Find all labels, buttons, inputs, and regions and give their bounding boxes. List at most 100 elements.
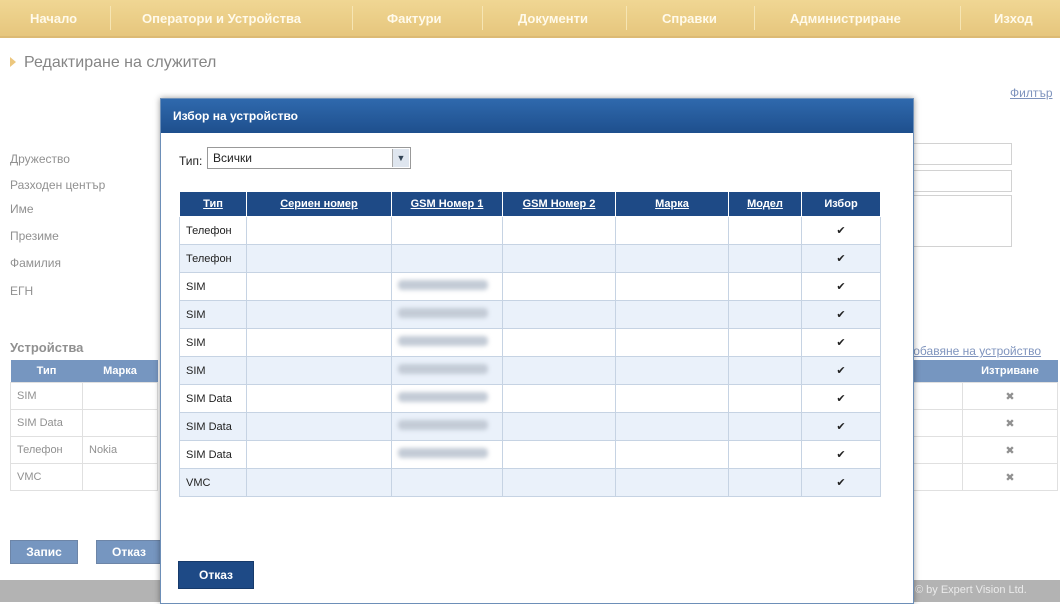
cell-type: SIM Data bbox=[179, 440, 247, 469]
cell-model bbox=[728, 328, 802, 357]
check-icon[interactable]: ✔ bbox=[801, 356, 881, 385]
cell-gsm2 bbox=[502, 384, 616, 413]
device-row[interactable]: Телефон ✔ bbox=[179, 244, 881, 273]
cell-model bbox=[728, 384, 802, 413]
cell-gsm1 bbox=[391, 384, 503, 413]
device-row[interactable]: SIM ✔ bbox=[179, 272, 881, 301]
cell-serial bbox=[246, 300, 392, 329]
dialog-title: Избор на устройство bbox=[161, 99, 913, 133]
cell-serial bbox=[246, 384, 392, 413]
column-header-type[interactable]: Тип bbox=[179, 191, 247, 217]
check-icon[interactable]: ✔ bbox=[801, 384, 881, 413]
cell-type: VMC bbox=[179, 468, 247, 497]
cell-brand bbox=[615, 328, 729, 357]
column-header-select: Избор bbox=[801, 191, 881, 217]
cell-type: SIM Data bbox=[179, 384, 247, 413]
device-select-dialog: Избор на устройство Тип: Всички ▼ Тип Се… bbox=[160, 98, 914, 604]
cell-brand bbox=[615, 216, 729, 245]
cell-type: SIM Data bbox=[179, 412, 247, 441]
cell-gsm1 bbox=[391, 244, 503, 273]
cell-serial bbox=[246, 468, 392, 497]
cell-type: Телефон bbox=[179, 216, 247, 245]
cell-type: SIM bbox=[179, 328, 247, 357]
cell-gsm2 bbox=[502, 244, 616, 273]
check-icon[interactable]: ✔ bbox=[801, 272, 881, 301]
cell-gsm1 bbox=[391, 440, 503, 469]
check-icon[interactable]: ✔ bbox=[801, 244, 881, 273]
column-header-gsm2[interactable]: GSM Номер 2 bbox=[502, 191, 616, 217]
device-row[interactable]: SIM ✔ bbox=[179, 328, 881, 357]
device-row[interactable]: SIM Data ✔ bbox=[179, 440, 881, 469]
cell-gsm2 bbox=[502, 440, 616, 469]
device-row[interactable]: SIM ✔ bbox=[179, 356, 881, 385]
cell-gsm2 bbox=[502, 272, 616, 301]
device-row[interactable]: SIM Data ✔ bbox=[179, 412, 881, 441]
check-icon[interactable]: ✔ bbox=[801, 468, 881, 497]
cell-serial bbox=[246, 412, 392, 441]
cell-model bbox=[728, 468, 802, 497]
cell-model bbox=[728, 412, 802, 441]
cell-gsm2 bbox=[502, 468, 616, 497]
type-filter-label: Тип: bbox=[179, 154, 203, 168]
device-row[interactable]: SIM ✔ bbox=[179, 300, 881, 329]
device-row[interactable]: Телефон ✔ bbox=[179, 216, 881, 245]
redacted-number bbox=[398, 280, 488, 290]
device-list-table: Тип Сериен номер GSM Номер 1 GSM Номер 2… bbox=[179, 191, 881, 497]
cell-brand bbox=[615, 384, 729, 413]
cell-brand bbox=[615, 356, 729, 385]
cell-model bbox=[728, 244, 802, 273]
cell-serial bbox=[246, 328, 392, 357]
cell-type: SIM bbox=[179, 356, 247, 385]
check-icon[interactable]: ✔ bbox=[801, 412, 881, 441]
cell-brand bbox=[615, 468, 729, 497]
type-filter-select[interactable]: Всички ▼ bbox=[207, 147, 411, 169]
chevron-down-icon[interactable]: ▼ bbox=[392, 149, 409, 167]
cell-brand bbox=[615, 412, 729, 441]
redacted-number bbox=[398, 448, 488, 458]
cell-serial bbox=[246, 272, 392, 301]
cell-model bbox=[728, 440, 802, 469]
cell-gsm2 bbox=[502, 300, 616, 329]
cell-model bbox=[728, 356, 802, 385]
check-icon[interactable]: ✔ bbox=[801, 440, 881, 469]
cell-gsm1 bbox=[391, 216, 503, 245]
redacted-number bbox=[398, 336, 488, 346]
column-header-serial[interactable]: Сериен номер bbox=[246, 191, 392, 217]
cell-gsm1 bbox=[391, 328, 503, 357]
dialog-cancel-button[interactable]: Отказ bbox=[178, 561, 254, 589]
cell-serial bbox=[246, 356, 392, 385]
cell-type: Телефон bbox=[179, 244, 247, 273]
cell-brand bbox=[615, 272, 729, 301]
cell-model bbox=[728, 216, 802, 245]
cell-model bbox=[728, 272, 802, 301]
column-header-gsm1[interactable]: GSM Номер 1 bbox=[391, 191, 503, 217]
cell-serial bbox=[246, 216, 392, 245]
cell-gsm1 bbox=[391, 412, 503, 441]
cell-brand bbox=[615, 440, 729, 469]
check-icon[interactable]: ✔ bbox=[801, 328, 881, 357]
check-icon[interactable]: ✔ bbox=[801, 216, 881, 245]
cell-gsm2 bbox=[502, 356, 616, 385]
redacted-number bbox=[398, 364, 488, 374]
cell-serial bbox=[246, 244, 392, 273]
check-icon[interactable]: ✔ bbox=[801, 300, 881, 329]
cell-gsm1 bbox=[391, 272, 503, 301]
device-row[interactable]: SIM Data ✔ bbox=[179, 384, 881, 413]
redacted-number bbox=[398, 420, 488, 430]
column-header-model[interactable]: Модел bbox=[728, 191, 802, 217]
cell-gsm1 bbox=[391, 468, 503, 497]
redacted-number bbox=[398, 392, 488, 402]
redacted-number bbox=[398, 308, 488, 318]
cell-gsm1 bbox=[391, 300, 503, 329]
cell-gsm2 bbox=[502, 412, 616, 441]
cell-gsm2 bbox=[502, 216, 616, 245]
cell-brand bbox=[615, 300, 729, 329]
cell-type: SIM bbox=[179, 272, 247, 301]
cell-brand bbox=[615, 244, 729, 273]
cell-gsm2 bbox=[502, 328, 616, 357]
device-row[interactable]: VMC ✔ bbox=[179, 468, 881, 497]
cell-type: SIM bbox=[179, 300, 247, 329]
cell-model bbox=[728, 300, 802, 329]
cell-serial bbox=[246, 440, 392, 469]
column-header-brand[interactable]: Марка bbox=[615, 191, 729, 217]
